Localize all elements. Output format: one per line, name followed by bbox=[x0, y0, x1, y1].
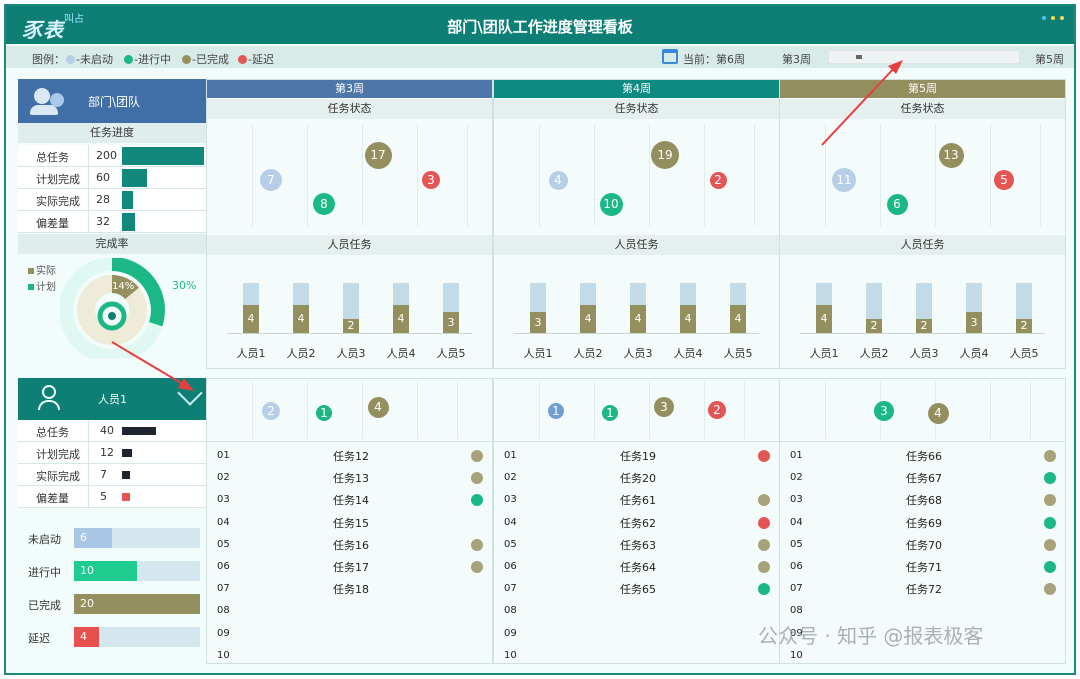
watermark: 公众号 · 知乎 @报表极客 bbox=[758, 624, 984, 648]
annotation-arrows bbox=[111, 60, 903, 391]
